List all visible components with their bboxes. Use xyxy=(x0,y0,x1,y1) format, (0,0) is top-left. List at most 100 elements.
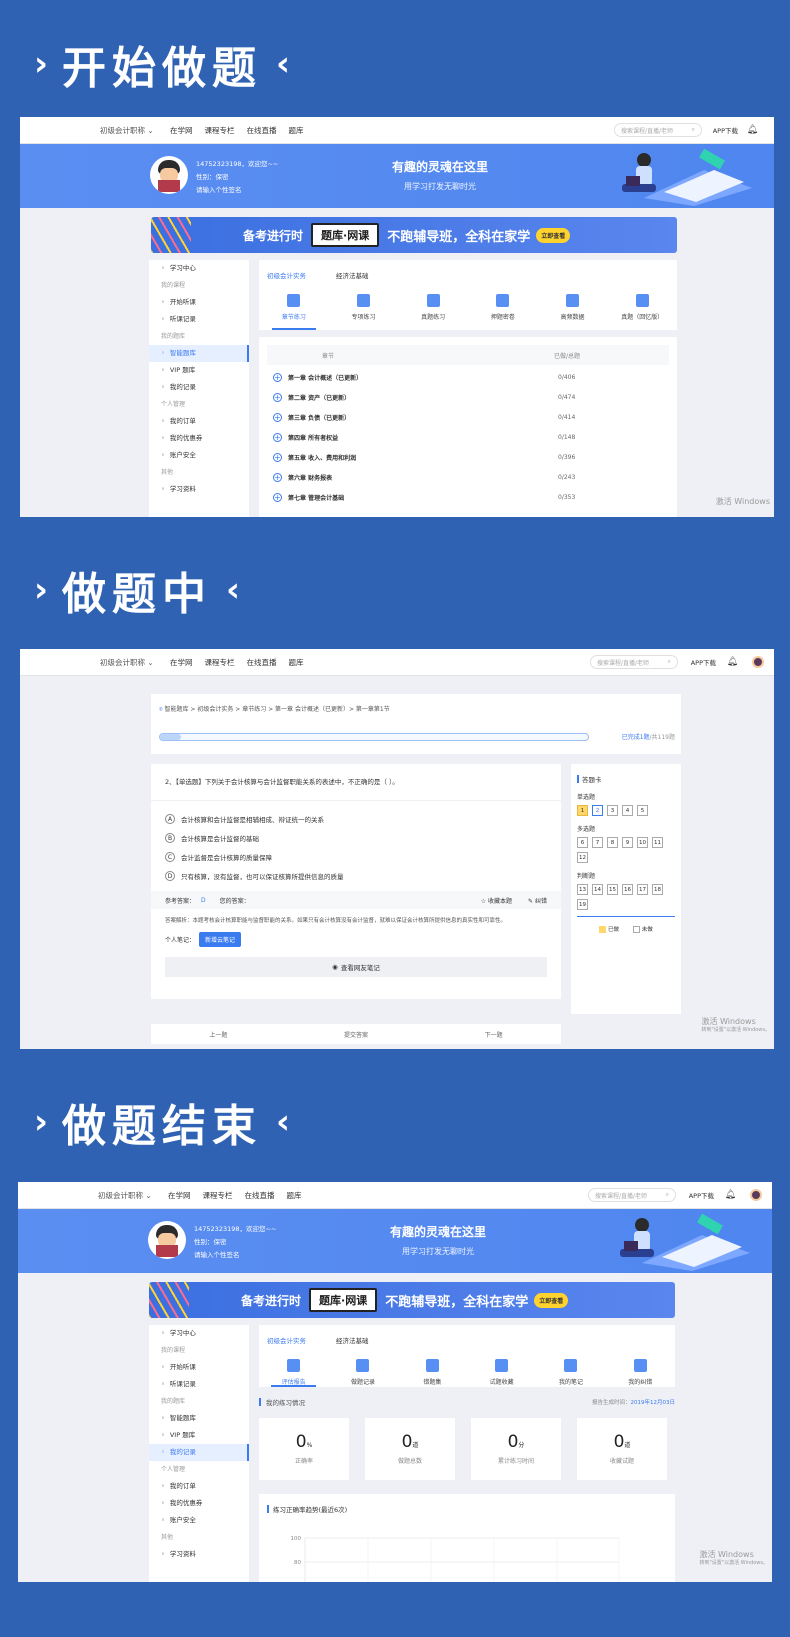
next-question-button[interactable]: 下一题 xyxy=(485,1030,503,1039)
promo-view-button[interactable]: 立即查看 xyxy=(536,227,571,243)
mode-tab[interactable]: 我的纠错 xyxy=(606,1351,675,1387)
mode-tab[interactable]: 评估报告 xyxy=(259,1351,328,1387)
sidebar-item[interactable]: ◦ 我的优惠券 xyxy=(149,430,249,447)
mode-tab[interactable]: 专项练习 xyxy=(329,286,399,330)
question-number[interactable]: 15 xyxy=(607,884,618,895)
search-input[interactable]: 搜索课程/直播/老师 ⌕ xyxy=(590,655,678,669)
chapter-row[interactable]: + 第三章 负债（已更新） 0/414 xyxy=(267,407,669,427)
question-number[interactable]: 10 xyxy=(637,837,648,848)
plus-circle-icon[interactable]: + xyxy=(273,412,282,422)
question-number[interactable]: 2 xyxy=(592,805,603,816)
mode-tab[interactable]: 做题记录 xyxy=(328,1351,397,1387)
question-number[interactable]: 11 xyxy=(652,837,663,848)
search-icon[interactable]: ⌕ xyxy=(668,658,671,666)
sidebar-item[interactable]: ◦ 我的订单 xyxy=(149,413,249,430)
promo-banner[interactable]: 备考进行时 题库·网课 不跑辅导班，全科在家学 立即查看 xyxy=(149,1282,675,1318)
mode-tab[interactable]: 错题集 xyxy=(398,1351,467,1387)
sidebar-item[interactable]: ◦ 智能题库 xyxy=(149,1410,249,1427)
question-number[interactable]: 9 xyxy=(622,837,633,848)
app-download-link[interactable]: APP下载 xyxy=(713,125,738,135)
nav-link-bank[interactable]: 题库 xyxy=(289,125,304,136)
plus-circle-icon[interactable]: + xyxy=(273,492,282,502)
sidebar-item[interactable]: ◦ 学习中心 xyxy=(149,1325,249,1342)
nav-link-live[interactable]: 在线直播 xyxy=(247,125,277,136)
tab-subject-law[interactable]: 经济法基础 xyxy=(336,270,369,286)
chapter-row[interactable]: + 第六章 财务报表 0/243 xyxy=(267,467,669,487)
nav-link-courses[interactable]: 课程专栏 xyxy=(203,1190,233,1201)
search-input[interactable]: 搜索课程/直播/老师 ⌕ xyxy=(614,123,702,137)
nav-link-courses[interactable]: 课程专栏 xyxy=(205,125,235,136)
avatar[interactable] xyxy=(750,1189,762,1201)
chapter-row[interactable]: + 第四章 所有者权益 0/148 xyxy=(267,427,669,447)
sidebar-item[interactable]: ◦ 听课记录 xyxy=(149,311,249,328)
question-number[interactable]: 17 xyxy=(637,884,648,895)
question-number[interactable]: 18 xyxy=(652,884,663,895)
mode-tab[interactable]: 章节练习 xyxy=(259,286,329,330)
sidebar-item[interactable]: ◦ 我的订单 xyxy=(149,1478,249,1495)
answer-option[interactable]: D 只有核算，没有监督，也可以保证核算所提供信息的质量 xyxy=(151,866,561,885)
add-note-button[interactable]: 新增云笔记 xyxy=(199,932,242,947)
question-number[interactable]: 14 xyxy=(592,884,603,895)
tab-subject-law[interactable]: 经济法基础 xyxy=(336,1335,369,1351)
question-number[interactable]: 8 xyxy=(607,837,618,848)
mode-tab[interactable]: 高频数据 xyxy=(538,286,608,330)
plus-circle-icon[interactable]: + xyxy=(273,452,282,462)
chapter-row[interactable]: + 第二章 资产（已更新） 0/474 xyxy=(267,387,669,407)
signature-edit[interactable]: 请输入个性签名 xyxy=(194,1249,276,1262)
promo-banner[interactable]: 备考进行时 题库·网课 不跑辅导班，全科在家学 立即查看 xyxy=(151,217,677,253)
app-download-link[interactable]: APP下载 xyxy=(691,657,716,667)
chapter-row[interactable]: + 第一章 会计概述（已更新） 0/406 xyxy=(267,367,669,387)
subject-select[interactable]: 初级会计职称 ⌄ xyxy=(100,125,154,136)
signature-edit[interactable]: 请输入个性签名 xyxy=(196,184,278,197)
avatar[interactable] xyxy=(150,156,188,194)
question-number[interactable]: 19 xyxy=(577,899,588,910)
bell-icon[interactable]: 🔔︎ xyxy=(747,125,758,135)
search-icon[interactable]: ⌕ xyxy=(666,1191,669,1199)
answer-option[interactable]: A 会计核算和会计监督是相辅相成、辩证统一的关系 xyxy=(151,809,561,828)
mode-tab[interactable]: 试题收藏 xyxy=(467,1351,536,1387)
question-number[interactable]: 16 xyxy=(622,884,633,895)
question-number[interactable]: 6 xyxy=(577,837,588,848)
search-icon[interactable]: ⌕ xyxy=(692,126,695,134)
collect-button[interactable]: ☆ 收藏本题 xyxy=(481,896,512,905)
mode-tab[interactable]: 真题（回忆版） xyxy=(607,286,677,330)
nav-link-courses[interactable]: 课程专栏 xyxy=(205,657,235,668)
view-friend-notes-button[interactable]: ◉ 查看网友笔记 xyxy=(165,957,547,977)
question-number[interactable]: 7 xyxy=(592,837,603,848)
chapter-row[interactable]: + 第五章 收入、费用和利润 0/396 xyxy=(267,447,669,467)
mode-tab[interactable]: 真题练习 xyxy=(398,286,468,330)
tab-subject-accounting[interactable]: 初级会计实务 xyxy=(267,1335,306,1351)
answer-option[interactable]: B 会计核算是会计监督的基础 xyxy=(151,828,561,847)
sidebar-item[interactable]: ◦ 学习中心 xyxy=(149,260,249,277)
chapter-row[interactable]: + 第七章 管理会计基础 0/353 xyxy=(267,487,669,507)
prev-question-button[interactable]: 上一题 xyxy=(209,1030,227,1039)
nav-link-live[interactable]: 在线直播 xyxy=(245,1190,275,1201)
plus-circle-icon[interactable]: + xyxy=(273,392,282,402)
mode-tab[interactable]: 押题密卷 xyxy=(468,286,538,330)
nav-link-bank[interactable]: 题库 xyxy=(287,1190,302,1201)
sidebar-item[interactable]: ◦ VIP 题库 xyxy=(149,362,249,379)
sidebar-item[interactable]: ◦ 账户安全 xyxy=(149,447,249,464)
plus-circle-icon[interactable]: + xyxy=(273,372,282,382)
answer-option[interactable]: C 会计监督是会计核算的质量保障 xyxy=(151,847,561,866)
nav-link-site[interactable]: 在学网 xyxy=(168,1190,191,1201)
sidebar-item[interactable]: ◦ 智能题库 xyxy=(149,345,249,362)
bell-icon[interactable]: 🔔︎ xyxy=(725,1190,736,1200)
sidebar-item[interactable]: ◦ 我的记录 xyxy=(149,379,249,396)
sidebar-item[interactable]: ◦ 开始听课 xyxy=(149,294,249,311)
avatar[interactable] xyxy=(148,1221,186,1259)
nav-link-site[interactable]: 在学网 xyxy=(170,657,193,668)
plus-circle-icon[interactable]: + xyxy=(273,472,282,482)
search-input[interactable]: 搜索课程/直播/老师 ⌕ xyxy=(588,1188,676,1202)
report-error-button[interactable]: ✎ 纠错 xyxy=(528,896,547,905)
sidebar-item[interactable]: ◦ 开始听课 xyxy=(149,1359,249,1376)
nav-link-bank[interactable]: 题库 xyxy=(289,657,304,668)
question-number[interactable]: 3 xyxy=(607,805,618,816)
nav-link-live[interactable]: 在线直播 xyxy=(247,657,277,668)
nav-link-site[interactable]: 在学网 xyxy=(170,125,193,136)
tab-subject-accounting[interactable]: 初级会计实务 xyxy=(267,270,306,286)
question-number[interactable]: 12 xyxy=(577,852,588,863)
app-download-link[interactable]: APP下载 xyxy=(689,1190,714,1200)
sidebar-item[interactable]: ◦ 账户安全 xyxy=(149,1512,249,1529)
mode-tab[interactable]: 我的笔记 xyxy=(536,1351,605,1387)
